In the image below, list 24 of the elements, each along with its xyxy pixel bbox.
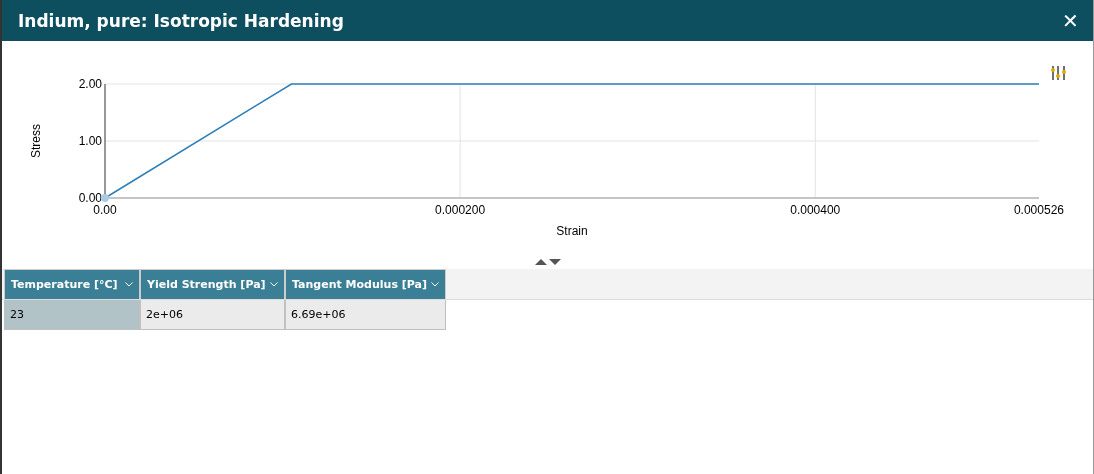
chevron-down-icon [125, 282, 133, 287]
x-tick-label: 0.000400 [790, 203, 841, 217]
y-tick-label: 1.00 [78, 134, 102, 148]
data-point [101, 194, 109, 202]
table-cell[interactable]: 2e+06 [140, 300, 285, 330]
expand-down-icon[interactable] [548, 258, 561, 266]
x-tick-label: 0.00 [93, 203, 117, 217]
y-axis-title: Stress [29, 124, 43, 158]
chevron-down-icon [431, 282, 439, 287]
column-header[interactable]: Temperature [°C] [4, 269, 140, 299]
y-tick-label: 0.00 [78, 191, 102, 205]
column-header[interactable]: Yield Strength [Pa] [140, 269, 285, 299]
table-cell[interactable]: 6.69e+06 [285, 300, 446, 330]
close-button[interactable]: ✕ [1058, 8, 1083, 33]
settings-icon[interactable] [1051, 65, 1066, 81]
window-title: Indium, pure: Isotropic Hardening [18, 10, 344, 31]
x-tick-label: 0.000526 [1013, 203, 1064, 217]
column-header[interactable]: Tangent Modulus [Pa] [285, 269, 446, 299]
table-cell[interactable]: 23 [4, 300, 140, 330]
y-tick-label: 2.00 [78, 77, 102, 91]
collapse-up-icon[interactable] [534, 258, 547, 266]
chevron-down-icon [270, 282, 278, 287]
x-axis-title: Strain [556, 224, 588, 238]
x-tick-label: 0.000200 [435, 203, 486, 217]
